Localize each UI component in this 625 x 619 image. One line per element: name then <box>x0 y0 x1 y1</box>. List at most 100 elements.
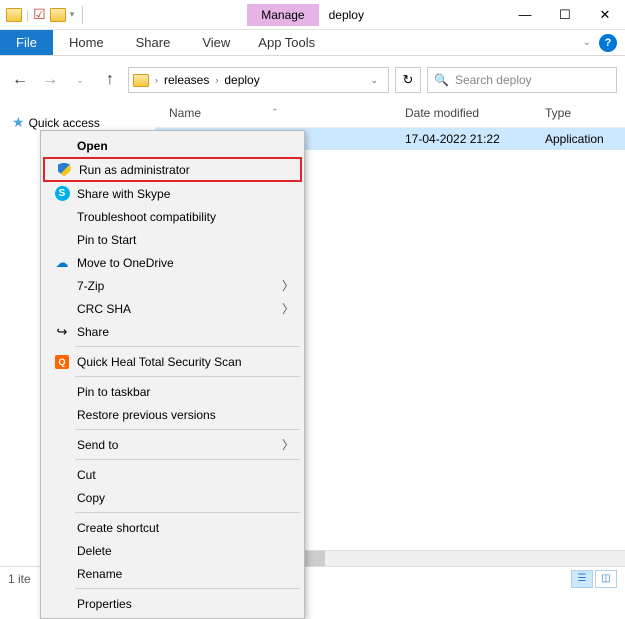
window-title: deploy <box>319 8 374 22</box>
sort-indicator-icon: ⌃ <box>271 107 279 118</box>
app-tools-tab[interactable]: App Tools <box>246 30 327 55</box>
refresh-button[interactable]: ↻ <box>395 67 421 93</box>
menu-item-label: Troubleshoot compatibility <box>73 210 216 224</box>
qat-overflow[interactable]: ▾ <box>70 9 75 20</box>
menu-item-label: Properties <box>73 597 132 611</box>
forward-button[interactable]: → <box>38 68 62 92</box>
search-placeholder: Search deploy <box>455 73 532 87</box>
file-date-cell: 17-04-2022 21:22 <box>405 132 545 146</box>
help-button[interactable]: ? <box>599 34 617 52</box>
home-tab[interactable]: Home <box>53 30 120 55</box>
menu-separator <box>75 346 300 347</box>
menu-item-label: Pin to Start <box>73 233 136 247</box>
column-name[interactable]: Name ⌃ <box>155 106 405 120</box>
view-mode-buttons: ☰ ◫ <box>571 570 617 588</box>
menu-item-label: CRC SHA <box>73 302 131 316</box>
menu-item[interactable]: Troubleshoot compatibility <box>43 205 302 228</box>
menu-item-label: Rename <box>73 567 122 581</box>
menu-item[interactable]: Properties <box>43 592 302 615</box>
menu-item[interactable]: Rename <box>43 562 302 585</box>
icons-view-button[interactable]: ◫ <box>595 570 617 588</box>
menu-item[interactable]: Copy <box>43 486 302 509</box>
chevron-right-icon[interactable]: › <box>213 75 220 85</box>
maximize-button[interactable]: ☐ <box>545 1 585 29</box>
menu-item-label: Share <box>73 325 109 339</box>
shield-icon <box>53 163 75 177</box>
menu-item-label: Share with Skype <box>73 187 170 201</box>
chevron-right-icon: 〉 <box>282 277 294 294</box>
title-bar: | ☑ ▾ Manage deploy — ☐ ✕ <box>0 0 625 30</box>
menu-item[interactable]: CRC SHA 〉 <box>43 297 302 320</box>
menu-item-label: Restore previous versions <box>73 408 216 422</box>
menu-item[interactable]: SShare with Skype <box>43 182 302 205</box>
share-icon: ↪ <box>51 324 73 340</box>
manage-contextual-tab[interactable]: Manage <box>247 4 318 26</box>
breadcrumb[interactable]: releases <box>164 73 209 87</box>
menu-item[interactable]: Open <box>43 134 302 157</box>
quick-access-label: Quick access <box>29 116 100 130</box>
menu-item[interactable]: Send to 〉 <box>43 433 302 456</box>
search-icon: 🔍 <box>434 73 449 87</box>
menu-item-label: Move to OneDrive <box>73 256 174 270</box>
status-text: 1 ite <box>8 572 31 586</box>
menu-item-label: Copy <box>73 491 105 505</box>
menu-item-label: Run as administrator <box>75 163 190 177</box>
quickheal-icon: Q <box>51 355 73 369</box>
check-icon[interactable]: ☑ <box>33 6 46 23</box>
qat: | ☑ ▾ <box>0 6 87 24</box>
chevron-right-icon: 〉 <box>282 300 294 317</box>
qat-divider: | <box>26 8 29 22</box>
file-type-cell: Application <box>545 132 625 146</box>
file-tab[interactable]: File <box>0 30 53 55</box>
menu-item[interactable]: Run as administrator <box>43 157 302 182</box>
context-menu: OpenRun as administratorSShare with Skyp… <box>40 130 305 619</box>
menu-item[interactable]: Pin to Start <box>43 228 302 251</box>
view-tab[interactable]: View <box>186 30 246 55</box>
chevron-right-icon: 〉 <box>282 436 294 453</box>
star-icon: ★ <box>12 114 25 131</box>
menu-item[interactable]: Delete <box>43 539 302 562</box>
window-controls: — ☐ ✕ <box>505 1 625 29</box>
menu-separator <box>75 512 300 513</box>
menu-item[interactable]: 7-Zip 〉 <box>43 274 302 297</box>
column-type[interactable]: Type <box>545 106 625 120</box>
cloud-icon: ☁ <box>51 255 73 271</box>
menu-item-label: Create shortcut <box>73 521 159 535</box>
menu-item-label: Pin to taskbar <box>73 385 150 399</box>
menu-separator <box>75 376 300 377</box>
skype-icon: S <box>51 186 73 201</box>
details-view-button[interactable]: ☰ <box>571 570 593 588</box>
ribbon-collapse-icon[interactable]: ⌄ <box>583 37 591 48</box>
minimize-button[interactable]: — <box>505 1 545 29</box>
menu-item-label: Send to <box>73 438 118 452</box>
ribbon-tabs: File Home Share View App Tools ⌄ ? <box>0 30 625 56</box>
address-bar[interactable]: › releases › deploy ⌄ <box>128 67 389 93</box>
menu-item[interactable]: Create shortcut <box>43 516 302 539</box>
chevron-right-icon[interactable]: › <box>153 75 160 85</box>
menu-item[interactable]: QQuick Heal Total Security Scan <box>43 350 302 373</box>
back-button[interactable]: ← <box>8 68 32 92</box>
nav-bar: ← → ⌄ ↑ › releases › deploy ⌄ ↻ 🔍 Search… <box>0 62 625 98</box>
menu-item[interactable]: Cut <box>43 463 302 486</box>
search-box[interactable]: 🔍 Search deploy <box>427 67 617 93</box>
divider <box>82 6 83 24</box>
recent-locations[interactable]: ⌄ <box>68 68 92 92</box>
close-button[interactable]: ✕ <box>585 1 625 29</box>
folder-icon <box>50 8 66 22</box>
menu-item[interactable]: ☁Move to OneDrive <box>43 251 302 274</box>
breadcrumb[interactable]: deploy <box>224 73 259 87</box>
menu-item-label: Delete <box>73 544 112 558</box>
column-date[interactable]: Date modified <box>405 106 545 120</box>
address-dropdown[interactable]: ⌄ <box>364 75 384 86</box>
menu-item-label: Cut <box>73 468 96 482</box>
menu-item[interactable]: Pin to taskbar <box>43 380 302 403</box>
folder-icon <box>133 74 149 87</box>
menu-separator <box>75 459 300 460</box>
column-headers: Name ⌃ Date modified Type <box>155 98 625 128</box>
menu-item-label: Open <box>73 139 108 153</box>
menu-item-label: 7-Zip <box>73 279 104 293</box>
menu-item[interactable]: ↪Share <box>43 320 302 343</box>
menu-item[interactable]: Restore previous versions <box>43 403 302 426</box>
up-button[interactable]: ↑ <box>98 68 122 92</box>
share-tab[interactable]: Share <box>120 30 187 55</box>
